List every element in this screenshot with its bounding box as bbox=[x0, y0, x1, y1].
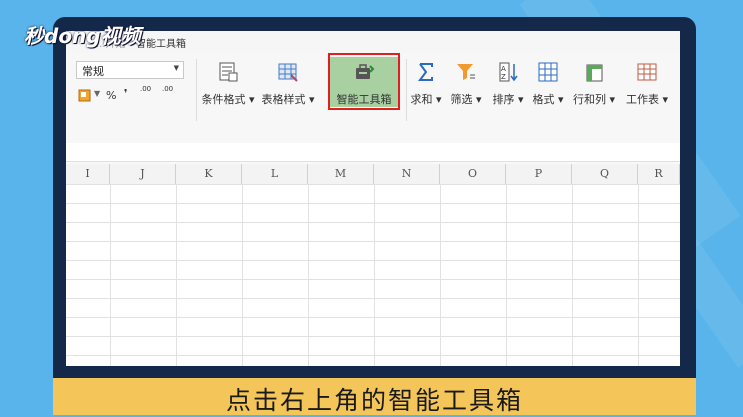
conditional-format-button[interactable]: 条件格式 ▾ bbox=[198, 59, 258, 111]
number-format-value: 常规 bbox=[82, 65, 104, 78]
filter-button[interactable]: 筛选 ▾ bbox=[446, 59, 486, 111]
grid-line bbox=[374, 184, 375, 366]
grid-line bbox=[440, 184, 441, 366]
decrease-decimal-button[interactable]: .00 bbox=[162, 85, 173, 93]
svg-text:A: A bbox=[501, 65, 506, 73]
sum-icon bbox=[418, 63, 433, 81]
column-header[interactable]: N bbox=[374, 164, 440, 184]
grid-line bbox=[308, 184, 309, 366]
sum-label: 求和 ▾ bbox=[410, 93, 442, 106]
grid-line bbox=[110, 184, 111, 366]
format-label: 格式 ▾ bbox=[532, 93, 564, 106]
column-header[interactable]: J bbox=[110, 164, 176, 184]
column-header[interactable]: M bbox=[308, 164, 374, 184]
menu-tab-bar: ...开始 智能工具箱 bbox=[66, 31, 680, 54]
currency-format-icon[interactable] bbox=[78, 89, 92, 106]
column-header[interactable]: L bbox=[242, 164, 308, 184]
conditional-format-label: 条件格式 ▾ bbox=[201, 93, 255, 106]
grid-line bbox=[572, 184, 573, 366]
rows-columns-button[interactable]: 行和列 ▾ bbox=[568, 59, 620, 111]
format-icon bbox=[538, 62, 558, 82]
rows-columns-label: 行和列 ▾ bbox=[572, 93, 616, 106]
table-style-label: 表格样式 ▾ bbox=[261, 93, 315, 106]
grid-line bbox=[506, 184, 507, 366]
column-header[interactable]: P bbox=[506, 164, 572, 184]
tab-smart-toolbox[interactable]: 智能工具箱 bbox=[136, 35, 186, 50]
column-header[interactable]: Q bbox=[572, 164, 638, 184]
svg-text:Z: Z bbox=[501, 73, 506, 81]
column-header[interactable]: K bbox=[176, 164, 242, 184]
column-header-row: I J K L M N O P Q R bbox=[66, 164, 680, 185]
column-header[interactable]: O bbox=[440, 164, 506, 184]
table-style-icon bbox=[278, 63, 298, 82]
formula-bar[interactable] bbox=[66, 143, 680, 162]
table-style-button[interactable]: 表格样式 ▾ bbox=[258, 59, 318, 111]
worksheet-label: 工作表 ▾ bbox=[625, 93, 669, 106]
number-format-select[interactable]: 常规 ▼ bbox=[76, 61, 184, 79]
ribbon-separator bbox=[196, 59, 197, 121]
column-header[interactable]: I bbox=[66, 164, 110, 184]
sort-button[interactable]: AZ 排序 ▾ bbox=[488, 59, 528, 111]
grid-line bbox=[638, 184, 639, 366]
rows-columns-icon bbox=[586, 64, 603, 82]
chevron-down-icon[interactable]: ▼ bbox=[94, 89, 100, 98]
worksheet-icon bbox=[637, 63, 657, 81]
thousands-separator-button[interactable]: ❜ bbox=[124, 87, 128, 100]
sum-button[interactable]: 求和 ▾ bbox=[406, 59, 446, 111]
sort-label: 排序 ▾ bbox=[492, 93, 524, 106]
subtitle-banner: 点击右上角的智能工具箱 bbox=[53, 378, 696, 415]
increase-decimal-button[interactable]: .00 bbox=[140, 85, 151, 93]
grid-line bbox=[176, 184, 177, 366]
subtitle-text: 点击右上角的智能工具箱 bbox=[225, 386, 523, 415]
filter-icon bbox=[457, 64, 475, 80]
conditional-format-icon bbox=[219, 62, 238, 82]
worksheet-button[interactable]: 工作表 ▾ bbox=[622, 59, 672, 111]
chevron-down-icon: ▼ bbox=[173, 64, 179, 72]
column-header[interactable]: R bbox=[638, 164, 680, 184]
percent-button[interactable]: % bbox=[106, 89, 116, 102]
cell-grid[interactable] bbox=[66, 184, 680, 366]
highlight-box bbox=[328, 53, 400, 110]
sort-icon: AZ bbox=[499, 62, 518, 82]
video-logo: 秒dong视频 bbox=[24, 24, 141, 48]
grid-line bbox=[242, 184, 243, 366]
format-button[interactable]: 格式 ▾ bbox=[528, 59, 568, 111]
filter-label: 筛选 ▾ bbox=[450, 93, 482, 106]
